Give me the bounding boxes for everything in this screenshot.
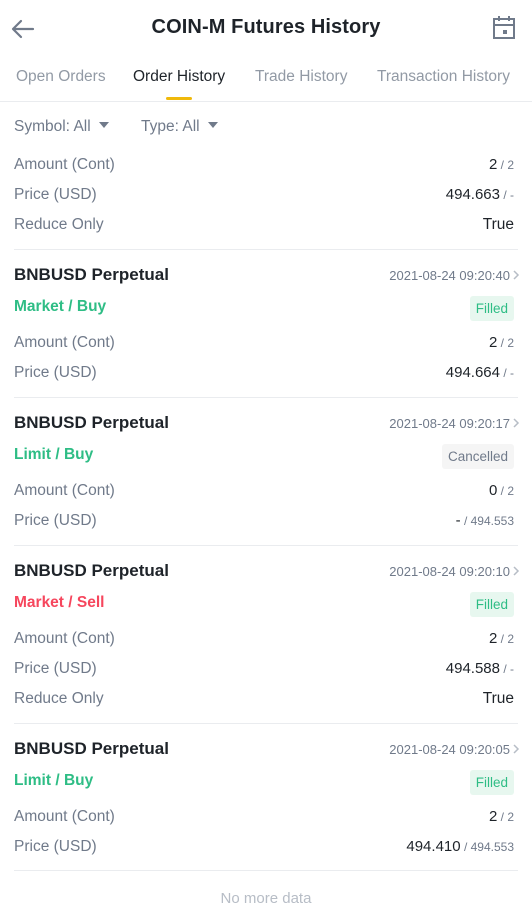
order-side: Market / Buy (14, 298, 107, 315)
active-tab-indicator (166, 97, 192, 100)
tab-open-orders[interactable]: Open Orders (16, 68, 106, 86)
amount-row: Amount (Cont) 2 / 2 (14, 334, 514, 356)
amount-label: Amount (Cont) (14, 334, 115, 351)
amount-value: 0 / 2 (488, 482, 514, 499)
order-side: Limit / Buy (14, 446, 94, 463)
order-time[interactable]: 2021-08-24 09:20:17 (389, 416, 510, 431)
order-time[interactable]: 2021-08-24 09:20:10 (389, 564, 510, 579)
divider (14, 249, 518, 250)
order-symbol: BNBUSD Perpetual (14, 413, 169, 432)
chevron-right-icon[interactable] (512, 270, 520, 280)
chevron-right-icon[interactable] (512, 566, 520, 576)
reduce-only-label: Reduce Only (14, 690, 104, 707)
caret-down-icon (98, 122, 109, 128)
divider (14, 870, 518, 871)
order-symbol: BNBUSD Perpetual (14, 561, 169, 580)
calendar-icon[interactable] (492, 15, 516, 41)
price-row: Price (USD) 494.588 / - (14, 660, 514, 682)
amount-label: Amount (Cont) (14, 808, 115, 825)
amount-row: Amount (Cont) 2 / 2 (14, 156, 514, 178)
status-badge: Filled (469, 770, 514, 795)
price-row: Price (USD) 494.663 / - (14, 186, 514, 208)
order-side: Limit / Buy (14, 772, 94, 789)
reduce-only-value: True (482, 216, 514, 233)
history-tabs: Open Orders Order History Trade History … (0, 58, 532, 102)
price-value: 494.588 / - (445, 660, 514, 677)
price-value: 494.663 / - (445, 186, 514, 203)
amount-label: Amount (Cont) (14, 630, 115, 647)
price-label: Price (USD) (14, 838, 97, 855)
type-filter-dropdown[interactable]: Type: All (141, 118, 218, 136)
order-symbol: BNBUSD Perpetual (14, 739, 169, 758)
price-label: Price (USD) (14, 512, 97, 529)
caret-down-icon (207, 122, 218, 128)
price-label: Price (USD) (14, 660, 97, 677)
tab-order-history[interactable]: Order History (133, 68, 225, 86)
price-value: - / 494.553 (455, 512, 514, 529)
type-filter-label: Type: All (141, 118, 200, 135)
chevron-right-icon[interactable] (512, 418, 520, 428)
status-badge: Cancelled (441, 444, 514, 469)
status-badge: Filled (469, 592, 514, 617)
tab-transaction-history[interactable]: Transaction History (377, 68, 510, 86)
amount-row: Amount (Cont) 0 / 2 (14, 482, 514, 504)
order-time[interactable]: 2021-08-24 09:20:40 (389, 268, 510, 283)
price-label: Price (USD) (14, 364, 97, 381)
reduce-only-row: Reduce Only True (14, 216, 514, 238)
page-title: COIN-M Futures History (151, 16, 381, 38)
price-row: Price (USD) 494.664 / - (14, 364, 514, 386)
divider (14, 397, 518, 398)
no-more-data-text: No more data (220, 890, 312, 907)
order-time[interactable]: 2021-08-24 09:20:05 (389, 742, 510, 757)
reduce-only-label: Reduce Only (14, 216, 104, 233)
app-header: COIN-M Futures History (0, 0, 532, 58)
amount-value: 2 / 2 (488, 630, 514, 647)
reduce-only-value: True (482, 690, 514, 707)
symbol-filter-dropdown[interactable]: Symbol: All (14, 118, 109, 136)
price-value: 494.410 / 494.553 (406, 838, 514, 855)
divider (14, 723, 518, 724)
price-label: Price (USD) (14, 186, 97, 203)
status-badge: Filled (469, 296, 514, 321)
amount-row: Amount (Cont) 2 / 2 (14, 630, 514, 652)
amount-value: 2 / 2 (488, 808, 514, 825)
amount-value: 2 / 2 (488, 334, 514, 351)
price-value: 494.664 / - (445, 364, 514, 381)
amount-label: Amount (Cont) (14, 156, 115, 173)
amount-value: 2 / 2 (488, 156, 514, 173)
amount-label: Amount (Cont) (14, 482, 115, 499)
symbol-filter-label: Symbol: All (14, 118, 91, 135)
price-row: Price (USD) - / 494.553 (14, 512, 514, 534)
divider (14, 545, 518, 546)
order-symbol: BNBUSD Perpetual (14, 265, 169, 284)
reduce-only-row: Reduce Only True (14, 690, 514, 712)
tab-trade-history[interactable]: Trade History (255, 68, 347, 86)
order-side: Market / Sell (14, 594, 105, 611)
price-row: Price (USD) 494.410 / 494.553 (14, 838, 514, 860)
amount-row: Amount (Cont) 2 / 2 (14, 808, 514, 830)
chevron-right-icon[interactable] (512, 744, 520, 754)
